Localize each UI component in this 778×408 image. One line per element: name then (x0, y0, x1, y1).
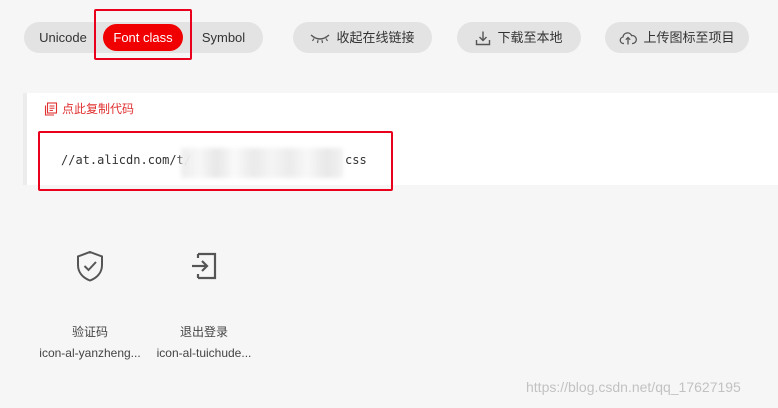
icon-card-yanzheng[interactable]: 验证码 icon-al-yanzheng... (35, 248, 145, 360)
redacted-url-segment (181, 148, 343, 178)
display-mode-tabs: Unicode Font class Symbol (24, 22, 263, 53)
tab-font-class[interactable]: Font class (103, 24, 183, 51)
cloud-upload-icon (620, 31, 638, 44)
download-local-label: 下载至本地 (497, 30, 563, 45)
tab-symbol[interactable]: Symbol (184, 22, 263, 53)
font-url-suffix: css (345, 153, 367, 167)
icon-name: 验证码 (71, 325, 108, 339)
code-panel (23, 93, 778, 185)
shield-check-icon (77, 250, 103, 282)
collapse-online-link-label: 收起在线链接 (336, 30, 415, 45)
watermark: https://blog.csdn.net/qq_17627195 (526, 379, 741, 395)
icon-class: icon-al-yanzheng... (39, 346, 141, 360)
copy-code-link[interactable]: 点此复制代码 (44, 100, 134, 117)
copy-icon (44, 101, 58, 116)
logout-icon (192, 252, 217, 280)
icon-card-tuichudenglu[interactable]: 退出登录 icon-al-tuichude... (149, 248, 259, 360)
tab-unicode[interactable]: Unicode (24, 22, 102, 53)
upload-to-project-button[interactable]: 上传图标至项目 (605, 22, 749, 53)
upload-to-project-label: 上传图标至项目 (643, 30, 735, 45)
icon-class: icon-al-tuichude... (156, 346, 252, 360)
eye-closed-icon (311, 33, 330, 43)
icon-name: 退出登录 (179, 325, 228, 339)
copy-code-label: 点此复制代码 (62, 102, 135, 116)
font-url-prefix: //at.alicdn.com/t/ (61, 153, 192, 167)
download-local-button[interactable]: 下载至本地 (457, 22, 581, 53)
collapse-online-link-button[interactable]: 收起在线链接 (293, 22, 432, 53)
download-icon (476, 31, 491, 45)
